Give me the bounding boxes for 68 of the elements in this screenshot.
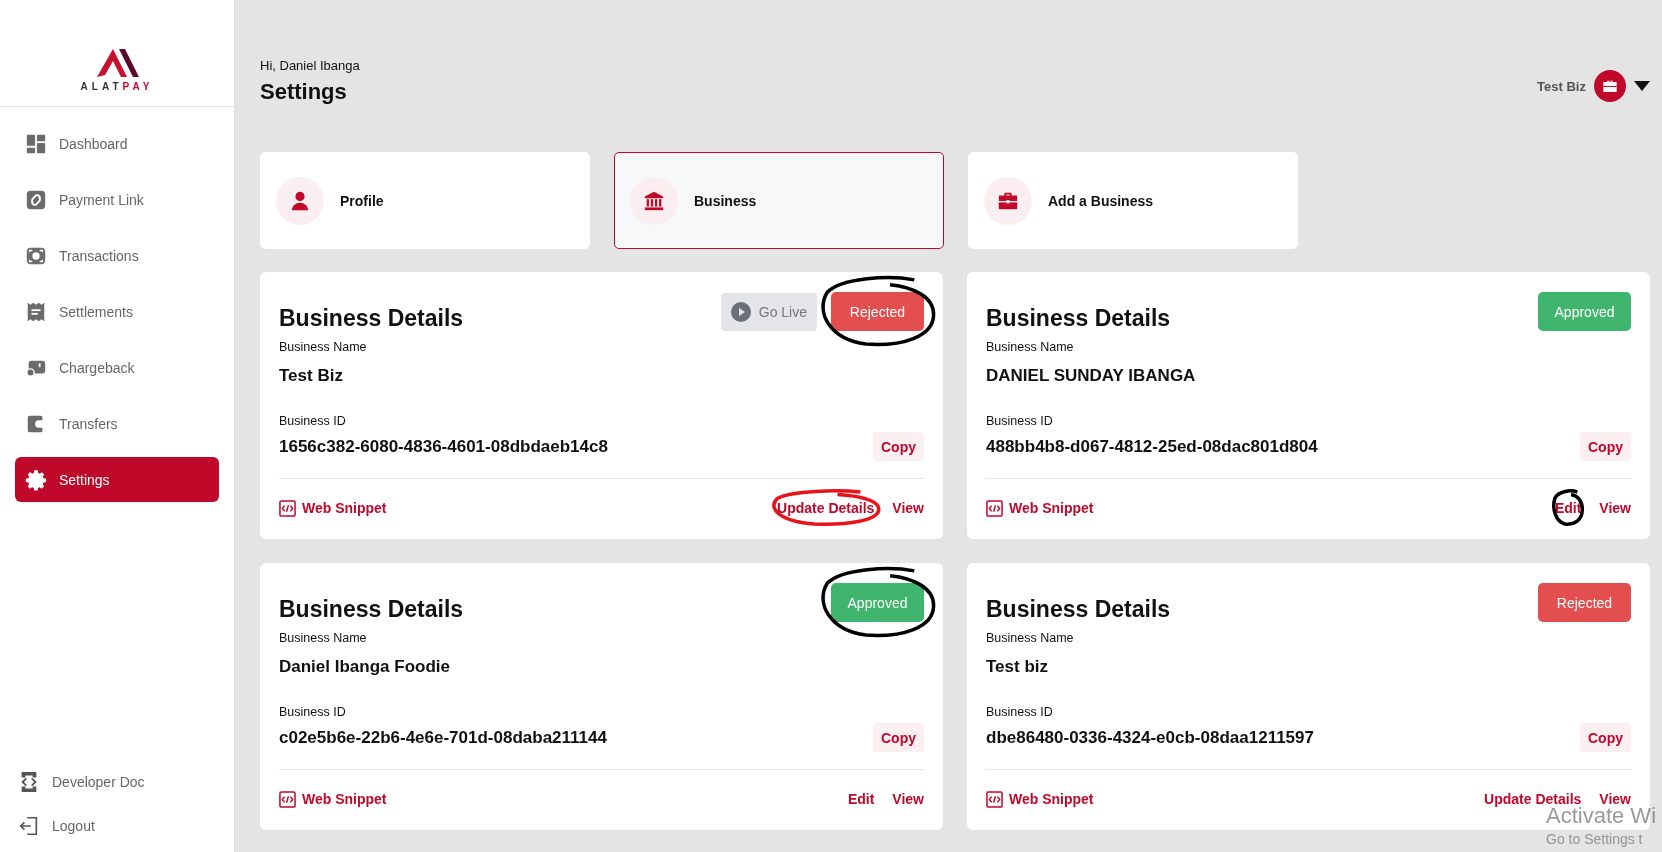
business-name: Test biz <box>986 657 1050 677</box>
web-snippet-link[interactable]: Web Snippet <box>986 499 1094 517</box>
field-label: Business Name <box>279 340 368 354</box>
business-name: Test Biz <box>279 366 344 386</box>
business-id: 1656c382-6080-4836-4601-08dbdaeb14c8 <box>279 436 608 457</box>
code-icon <box>986 790 1003 808</box>
sidebar-item[interactable]: Settings <box>15 457 219 502</box>
business-id: 488bb4b8-d067-4812-25ed-08dac801d804 <box>986 436 1318 457</box>
sidebar-item[interactable]: Chargeback <box>15 345 219 390</box>
status-button[interactable]: Rejected <box>831 292 924 331</box>
field-label: Business ID <box>279 705 347 719</box>
sidebar-item[interactable]: Developer Doc <box>8 760 226 804</box>
card-title: Business Details <box>279 305 464 332</box>
logout-icon <box>18 815 40 837</box>
sidebar-item[interactable]: Payment Link <box>15 177 219 222</box>
settings-tab[interactable]: Business <box>614 152 944 249</box>
settings-tab[interactable]: Profile <box>260 152 590 249</box>
field-label: Business ID <box>986 705 1054 719</box>
card-title: Business Details <box>279 596 464 623</box>
card-title: Business Details <box>986 596 1171 623</box>
copy-button[interactable]: Copy <box>873 723 924 752</box>
action-link[interactable]: View <box>1599 500 1631 516</box>
dashboard-icon <box>25 132 47 155</box>
bank-icon <box>643 189 665 212</box>
business-id: dbe86480-0336-4324-e0cb-08daa1211597 <box>986 727 1314 748</box>
greeting-text: Hi, Daniel Ibanga <box>260 58 360 73</box>
briefcase-icon <box>1602 78 1618 94</box>
sidebar-item[interactable]: Logout <box>8 804 226 848</box>
logo-wordmark: ALAT PAY <box>80 81 154 92</box>
field-label: Business ID <box>279 414 347 428</box>
code-icon <box>279 499 296 517</box>
receipt-icon <box>25 300 47 323</box>
sidebar-item[interactable]: Transactions <box>15 233 219 278</box>
page-title: Settings <box>260 79 348 105</box>
action-link[interactable]: Update Details <box>777 500 875 516</box>
copy-button[interactable]: Copy <box>1580 432 1631 461</box>
settings-icon <box>25 468 47 491</box>
field-label: Business ID <box>986 414 1054 428</box>
field-label: Business Name <box>986 340 1075 354</box>
sidebar-item[interactable]: Transfers <box>15 401 219 446</box>
field-label: Business Name <box>279 631 368 645</box>
person-icon <box>289 189 311 212</box>
code-icon <box>279 790 296 808</box>
action-link[interactable]: View <box>892 500 924 516</box>
sidebar-item[interactable]: Dashboard <box>15 121 219 166</box>
code-icon <box>986 499 1003 517</box>
status-button[interactable]: Rejected <box>1538 583 1631 622</box>
web-snippet-link[interactable]: Web Snippet <box>986 790 1094 808</box>
card-title: Business Details <box>986 305 1171 332</box>
action-link[interactable]: Edit <box>1554 500 1582 516</box>
business-id: c02e5b6e-22b6-4e6e-701d-08daba211144 <box>279 727 607 748</box>
action-link[interactable]: Edit <box>847 791 875 807</box>
business-name: Daniel Ibanga Foodie <box>279 657 451 677</box>
web-snippet-link[interactable]: Web Snippet <box>279 499 387 517</box>
sidebar-item[interactable]: Settlements <box>15 289 219 334</box>
action-link[interactable]: View <box>892 791 924 807</box>
field-label: Business Name <box>986 631 1075 645</box>
settings-tab[interactable]: Add a Business <box>968 152 1298 249</box>
copy-button[interactable]: Copy <box>1580 723 1631 752</box>
logo-icon <box>95 47 139 77</box>
caret-icon <box>1634 81 1650 91</box>
play-icon <box>730 301 751 322</box>
business-name: DANIEL SUNDAY IBANGA <box>986 366 1197 386</box>
business-switcher[interactable]: Test Biz <box>1537 70 1650 102</box>
link-icon <box>25 188 47 211</box>
web-snippet-link[interactable]: Web Snippet <box>279 790 387 808</box>
activation-hint: Go to Settings t <box>1546 831 1644 847</box>
copy-button[interactable]: Copy <box>873 432 924 461</box>
